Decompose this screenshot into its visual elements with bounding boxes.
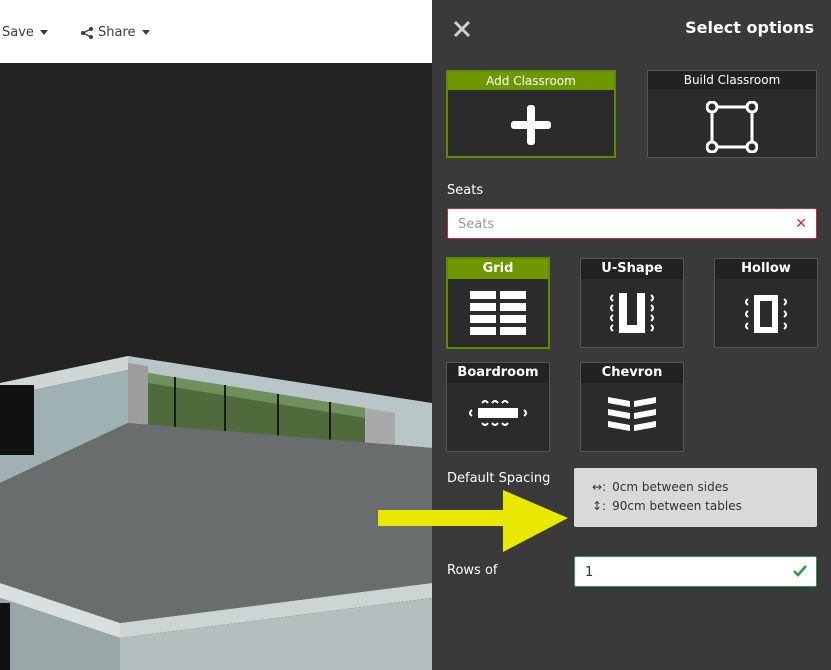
vertical-arrows-icon: ↕:: [592, 499, 607, 513]
save-label: Save: [2, 25, 34, 40]
spacing-tables-text: 90cm between tables: [612, 499, 742, 513]
close-icon[interactable]: [452, 19, 472, 39]
square-nodes-icon: [706, 101, 758, 153]
room-3d-viewport[interactable]: [0, 63, 432, 670]
grid-layout-icon: [470, 291, 526, 335]
share-menu[interactable]: Share: [80, 25, 150, 40]
add-classroom-button[interactable]: Add Classroom: [446, 70, 616, 158]
hollow-layout-icon: [745, 295, 787, 333]
spacing-sides-row: ↔: 0cm between sides: [592, 480, 728, 494]
layout-boardroom-button[interactable]: Boardroom: [446, 362, 550, 452]
spacing-tables-row: ↕: 90cm between tables: [592, 499, 742, 513]
layout-hollow-label: Hollow: [715, 259, 817, 279]
chevron-layout-icon: [608, 397, 656, 431]
seats-input[interactable]: [448, 209, 780, 240]
caret-down-icon: [39, 30, 48, 35]
share-icon: [81, 26, 93, 39]
editor-toolbar: Save Share: [0, 0, 432, 63]
u-shape-layout-icon: [610, 293, 654, 333]
layout-chevron-button[interactable]: Chevron: [580, 362, 684, 452]
add-classroom-label: Add Classroom: [448, 72, 614, 90]
build-classroom-label: Build Classroom: [648, 71, 816, 89]
annotation-arrow-icon: [378, 490, 568, 552]
plus-icon: [511, 105, 551, 145]
rows-of-label: Rows of: [447, 563, 498, 578]
layout-hollow-button[interactable]: Hollow: [714, 258, 818, 348]
spacing-info-box: ↔: 0cm between sides ↕: 90cm between tab…: [574, 468, 817, 527]
boardroom-layout-icon: [469, 400, 527, 426]
seats-label: Seats: [447, 183, 484, 198]
share-label: Share: [98, 25, 136, 40]
horizontal-arrows-icon: ↔:: [592, 480, 607, 494]
rows-field: [574, 556, 817, 588]
layout-u-shape-button[interactable]: U-Shape: [580, 258, 684, 348]
layout-grid-button[interactable]: Grid: [446, 257, 550, 349]
options-panel: Select options Add Classroom Build Class…: [432, 0, 831, 670]
rows-input[interactable]: [575, 557, 787, 588]
save-menu[interactable]: Save: [2, 25, 48, 40]
check-icon: [793, 565, 807, 577]
layout-grid-label: Grid: [448, 259, 548, 279]
caret-down-icon: [141, 30, 150, 35]
clear-icon[interactable]: ✕: [795, 216, 807, 232]
layout-chevron-label: Chevron: [581, 363, 683, 383]
build-classroom-button[interactable]: Build Classroom: [647, 70, 817, 158]
layout-boardroom-label: Boardroom: [447, 363, 549, 383]
layout-u-shape-label: U-Shape: [581, 259, 683, 279]
panel-title: Select options: [685, 18, 814, 37]
seats-field: ✕: [447, 208, 817, 240]
spacing-sides-text: 0cm between sides: [612, 480, 729, 494]
room-render: [0, 356, 432, 670]
